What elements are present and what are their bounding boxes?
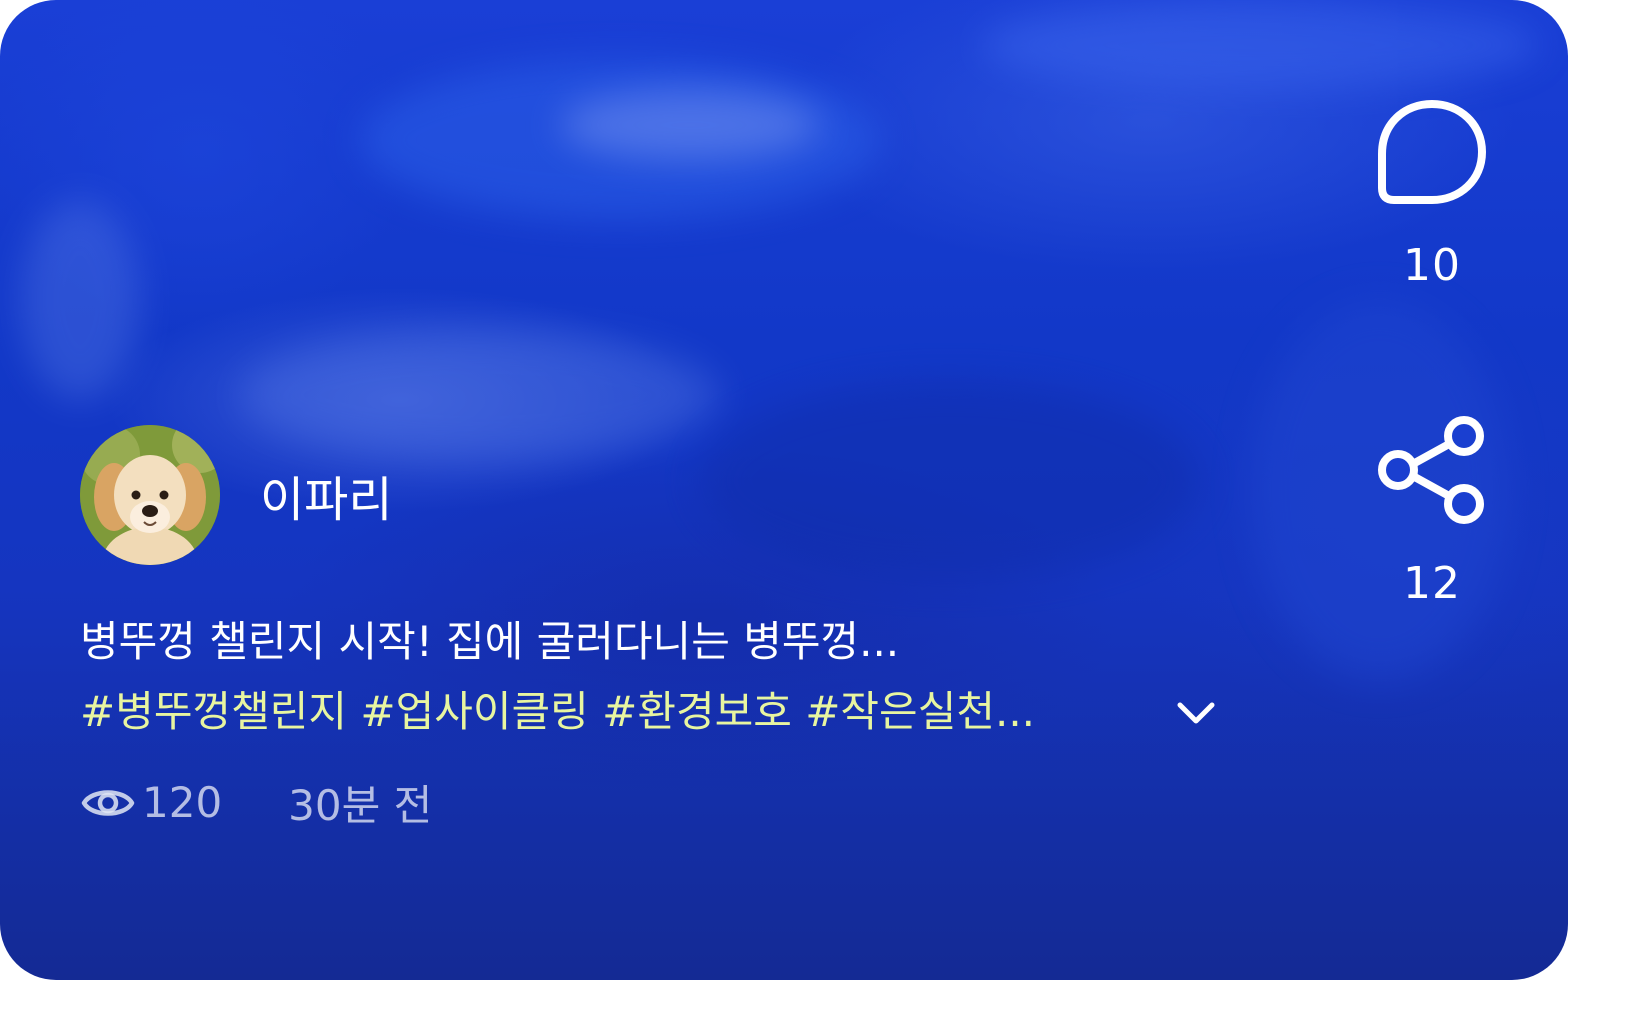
post-card[interactable]: 10 12 이파리 병뚜껑 챌린지 시작! 집에 굴러다니는 병뚜껑... #병… xyxy=(0,0,1568,980)
background-blob xyxy=(980,0,1540,90)
background-blob xyxy=(20,200,140,400)
comment-count: 10 xyxy=(1403,240,1461,291)
expand-caption-button[interactable] xyxy=(1172,695,1220,735)
view-count: 120 xyxy=(80,778,222,827)
post-meta: 120 30분 전 xyxy=(80,772,432,833)
puppy-avatar-image xyxy=(80,425,220,565)
share-count: 12 xyxy=(1403,558,1461,609)
posted-time: 30분 전 xyxy=(288,781,433,830)
background-blob xyxy=(700,380,1200,580)
eye-icon xyxy=(81,789,135,816)
background-blob xyxy=(560,90,820,160)
view-count-value: 120 xyxy=(142,778,223,827)
chevron-down-icon xyxy=(1177,702,1215,724)
post-caption[interactable]: 병뚜껑 챌린지 시작! 집에 굴러다니는 병뚜껑... xyxy=(80,608,899,669)
author-row[interactable]: 이파리 xyxy=(80,425,392,565)
avatar[interactable] xyxy=(80,425,220,565)
comment-bubble-icon xyxy=(1378,100,1486,204)
author-name[interactable]: 이파리 xyxy=(260,460,392,530)
share-icon xyxy=(1378,416,1484,524)
share-button[interactable]: 12 xyxy=(1376,414,1488,609)
post-hashtags[interactable]: #병뚜껑챌린지 #업사이클링 #환경보호 #작은실천... xyxy=(80,678,1035,739)
comment-button[interactable]: 10 xyxy=(1376,98,1488,291)
